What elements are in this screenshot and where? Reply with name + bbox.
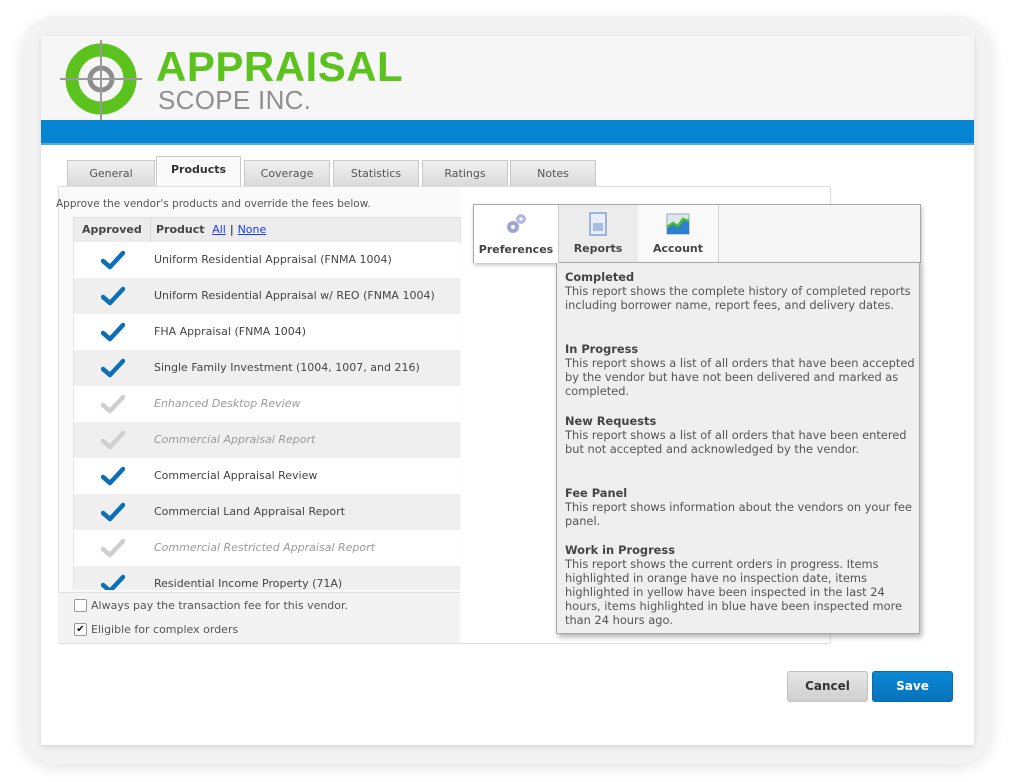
- col-approved: Approved: [82, 223, 142, 236]
- product-label: Commercial Appraisal Report: [154, 433, 316, 446]
- checkmark-unapproved-icon[interactable]: [101, 430, 125, 450]
- product-row[interactable]: Enhanced Desktop Review: [74, 386, 460, 422]
- always-pay-fee-checkbox[interactable]: [74, 599, 87, 612]
- report-document-icon: [589, 212, 607, 236]
- product-label: Commercial Land Appraisal Report: [154, 505, 345, 518]
- checkmark-unapproved-icon[interactable]: [101, 394, 125, 414]
- product-row[interactable]: Uniform Residential Appraisal (FNMA 1004…: [74, 242, 460, 278]
- gears-icon: [507, 214, 526, 233]
- tab-ratings[interactable]: Ratings: [422, 160, 508, 188]
- product-label: Uniform Residential Appraisal w/ REO (FN…: [154, 289, 435, 302]
- product-label: FHA Appraisal (FNMA 1004): [154, 325, 307, 338]
- brand-subtitle: SCOPE INC.: [158, 85, 312, 115]
- product-row[interactable]: FHA Appraisal (FNMA 1004): [74, 314, 460, 350]
- select-none-link[interactable]: None: [238, 223, 267, 236]
- chart-icon: [666, 213, 690, 235]
- complex-orders-option[interactable]: ✔ Eligible for complex orders: [74, 623, 238, 636]
- report-item-new-requests[interactable]: New Requests This report shows a list of…: [565, 414, 915, 456]
- product-label: Uniform Residential Appraisal (FNMA 1004…: [154, 253, 392, 266]
- product-row[interactable]: Single Family Investment (1004, 1007, an…: [74, 350, 460, 386]
- product-row[interactable]: Commercial Appraisal Report: [74, 422, 460, 458]
- product-row[interactable]: Commercial Land Appraisal Report: [74, 494, 460, 530]
- tab-products[interactable]: Products: [156, 156, 241, 189]
- checkmark-approved-icon[interactable]: [101, 250, 125, 270]
- checkmark-approved-icon[interactable]: [101, 286, 125, 306]
- products-intro: Approve the vendor's products and overri…: [56, 198, 371, 210]
- app-window: APPRAISAL SCOPE INC. General Products Co…: [41, 36, 974, 745]
- products-options: Always pay the transaction fee for this …: [58, 592, 460, 643]
- checkmark-approved-icon[interactable]: [101, 574, 125, 590]
- product-row[interactable]: Commercial Restricted Appraisal Report: [74, 530, 460, 566]
- select-all-link[interactable]: All: [212, 223, 226, 236]
- product-row[interactable]: Commercial Appraisal Review: [74, 458, 460, 494]
- report-item-fee-panel[interactable]: Fee Panel This report shows information …: [565, 486, 915, 528]
- brand-name: APPRAISAL: [156, 43, 404, 90]
- col-product: Product All | None: [156, 223, 267, 236]
- tab-general[interactable]: General: [67, 160, 155, 188]
- tab-statistics[interactable]: Statistics: [333, 160, 419, 188]
- report-item-completed[interactable]: Completed This report shows the complete…: [565, 270, 915, 312]
- checkmark-approved-icon[interactable]: [101, 358, 125, 378]
- menu-popup: Preferences Reports Account: [473, 204, 921, 263]
- report-item-in-progress[interactable]: In Progress This report shows a list of …: [565, 342, 915, 398]
- report-item-work-in-progress[interactable]: Work in Progress This report shows the c…: [565, 543, 915, 627]
- menu-tab-account[interactable]: Account: [638, 205, 719, 262]
- checkmark-approved-icon[interactable]: [101, 502, 125, 522]
- products-list: Uniform Residential Appraisal (FNMA 1004…: [73, 242, 460, 590]
- complex-orders-checkbox[interactable]: ✔: [74, 623, 87, 636]
- nav-bar: [41, 120, 974, 145]
- product-label: Single Family Investment (1004, 1007, an…: [154, 361, 420, 374]
- product-label: Commercial Restricted Appraisal Report: [154, 541, 375, 554]
- product-label: Commercial Appraisal Review: [154, 469, 318, 482]
- product-row[interactable]: Uniform Residential Appraisal w/ REO (FN…: [74, 278, 460, 314]
- save-button[interactable]: Save: [872, 671, 953, 702]
- reports-dropdown: Completed This report shows the complete…: [556, 262, 920, 634]
- tab-notes[interactable]: Notes: [510, 160, 596, 188]
- checkmark-approved-icon[interactable]: [101, 466, 125, 486]
- product-row[interactable]: Residential Income Property (71A): [74, 566, 460, 590]
- cancel-button[interactable]: Cancel: [787, 671, 868, 702]
- always-pay-fee-option[interactable]: Always pay the transaction fee for this …: [74, 599, 348, 612]
- menu-tab-reports[interactable]: Reports: [558, 205, 639, 262]
- target-logo-icon: [60, 40, 142, 120]
- menu-tab-preferences[interactable]: Preferences: [474, 205, 559, 263]
- checkmark-approved-icon[interactable]: [101, 322, 125, 342]
- checkmark-unapproved-icon[interactable]: [101, 538, 125, 558]
- header: APPRAISAL SCOPE INC.: [41, 36, 974, 120]
- product-label: Residential Income Property (71A): [154, 577, 343, 590]
- product-label: Enhanced Desktop Review: [154, 397, 301, 410]
- products-table-header: Approved Product All | None: [73, 217, 461, 243]
- tab-coverage[interactable]: Coverage: [244, 160, 330, 188]
